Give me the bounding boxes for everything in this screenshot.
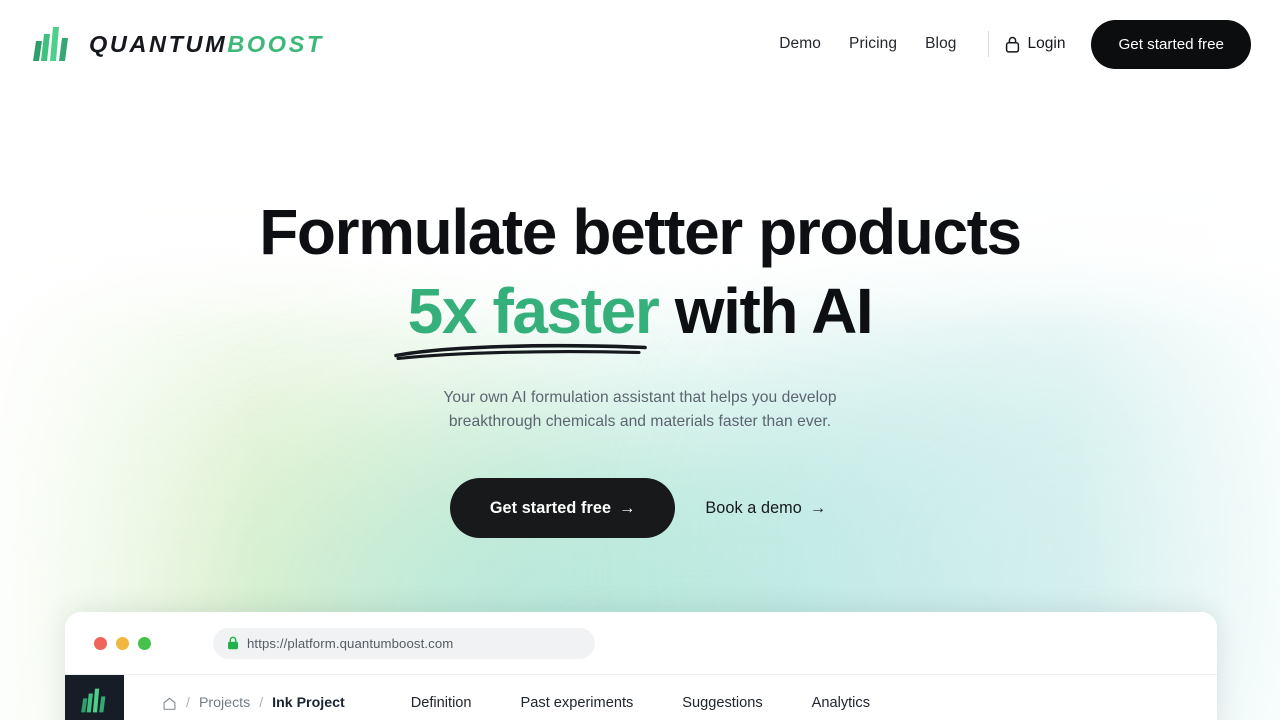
headline-line-1: Formulate better products [259, 196, 1022, 268]
page-title: Formulate better products 5x faster with… [0, 193, 1280, 361]
app-preview: / Projects / Ink Project Definition Past… [65, 674, 1217, 720]
tab-past-experiments[interactable]: Past experiments [521, 695, 634, 711]
header-get-started-button[interactable]: Get started free [1091, 19, 1251, 69]
arrow-right-icon: → [809, 498, 827, 517]
main-navigation: Demo Pricing Blog Login Get started free [765, 19, 1251, 69]
breadcrumb-separator-2: / [259, 695, 264, 711]
login-label: Login [1027, 35, 1066, 52]
app-sidebar [65, 675, 124, 720]
home-icon[interactable] [162, 696, 177, 711]
hero-subheadline: Your own AI formulation assistant that h… [0, 386, 1280, 434]
headline-rest: with AI [658, 275, 874, 347]
brand-name-primary: QUANTUM [89, 30, 228, 57]
bars-chart-logo-icon [33, 27, 68, 61]
nav-link-blog[interactable]: Blog [911, 35, 970, 53]
lock-icon [1005, 36, 1019, 53]
ssl-lock-icon [228, 636, 238, 650]
window-controls [94, 636, 151, 650]
subheadline-line-2: breakthrough chemicals and materials fas… [448, 413, 832, 430]
browser-mockup: https://platform.quantumboost.com / Proj… [65, 612, 1217, 720]
login-link[interactable]: Login [1005, 35, 1066, 53]
maximize-window-dot-icon[interactable] [138, 636, 151, 650]
landing-page: QUANTUMBOOST Demo Pricing Blog Login Get… [0, 0, 1280, 720]
subheadline-line-1: Your own AI formulation assistant that h… [443, 389, 837, 406]
breadcrumb-projects[interactable]: Projects [199, 695, 250, 711]
bars-chart-logo-icon [80, 688, 105, 713]
hero-get-started-button[interactable]: Get started free → [449, 478, 676, 538]
address-bar-url: https://platform.quantumboost.com [247, 635, 454, 651]
minimize-window-dot-icon[interactable] [116, 636, 129, 650]
nav-link-pricing[interactable]: Pricing [835, 35, 911, 53]
arrow-right-icon: → [619, 498, 636, 517]
hero-get-started-label: Get started free [489, 498, 612, 517]
site-header: QUANTUMBOOST Demo Pricing Blog Login Get… [0, 0, 1280, 88]
brand-logo[interactable]: QUANTUMBOOST [30, 25, 324, 63]
browser-chrome-bar: https://platform.quantumboost.com [65, 612, 1217, 674]
app-topbar: / Projects / Ink Project Definition Past… [124, 675, 1217, 720]
breadcrumb-separator-1: / [186, 695, 190, 711]
breadcrumb-current-project: Ink Project [272, 695, 345, 711]
hero-book-demo-label: Book a demo [705, 498, 802, 517]
hero-book-demo-button[interactable]: Book a demo → [701, 499, 830, 518]
nav-link-demo[interactable]: Demo [765, 35, 835, 53]
close-window-dot-icon[interactable] [94, 636, 107, 650]
brand-logo-text: QUANTUMBOOST [89, 31, 324, 58]
breadcrumb: / Projects / Ink Project [162, 695, 345, 711]
tab-definition[interactable]: Definition [411, 695, 472, 711]
tab-suggestions[interactable]: Suggestions [682, 695, 762, 711]
nav-divider [987, 31, 989, 57]
hero-cta-row: Get started free → Book a demo → [0, 478, 1280, 538]
app-tab-bar: Definition Past experiments Suggestions … [411, 695, 870, 711]
headline-accent: 5x faster [407, 275, 660, 347]
tab-analytics[interactable]: Analytics [812, 695, 870, 711]
brand-name-secondary: BOOST [227, 30, 324, 57]
headline-line-2: 5x faster with AI [0, 272, 1280, 361]
address-bar[interactable]: https://platform.quantumboost.com [213, 627, 595, 659]
